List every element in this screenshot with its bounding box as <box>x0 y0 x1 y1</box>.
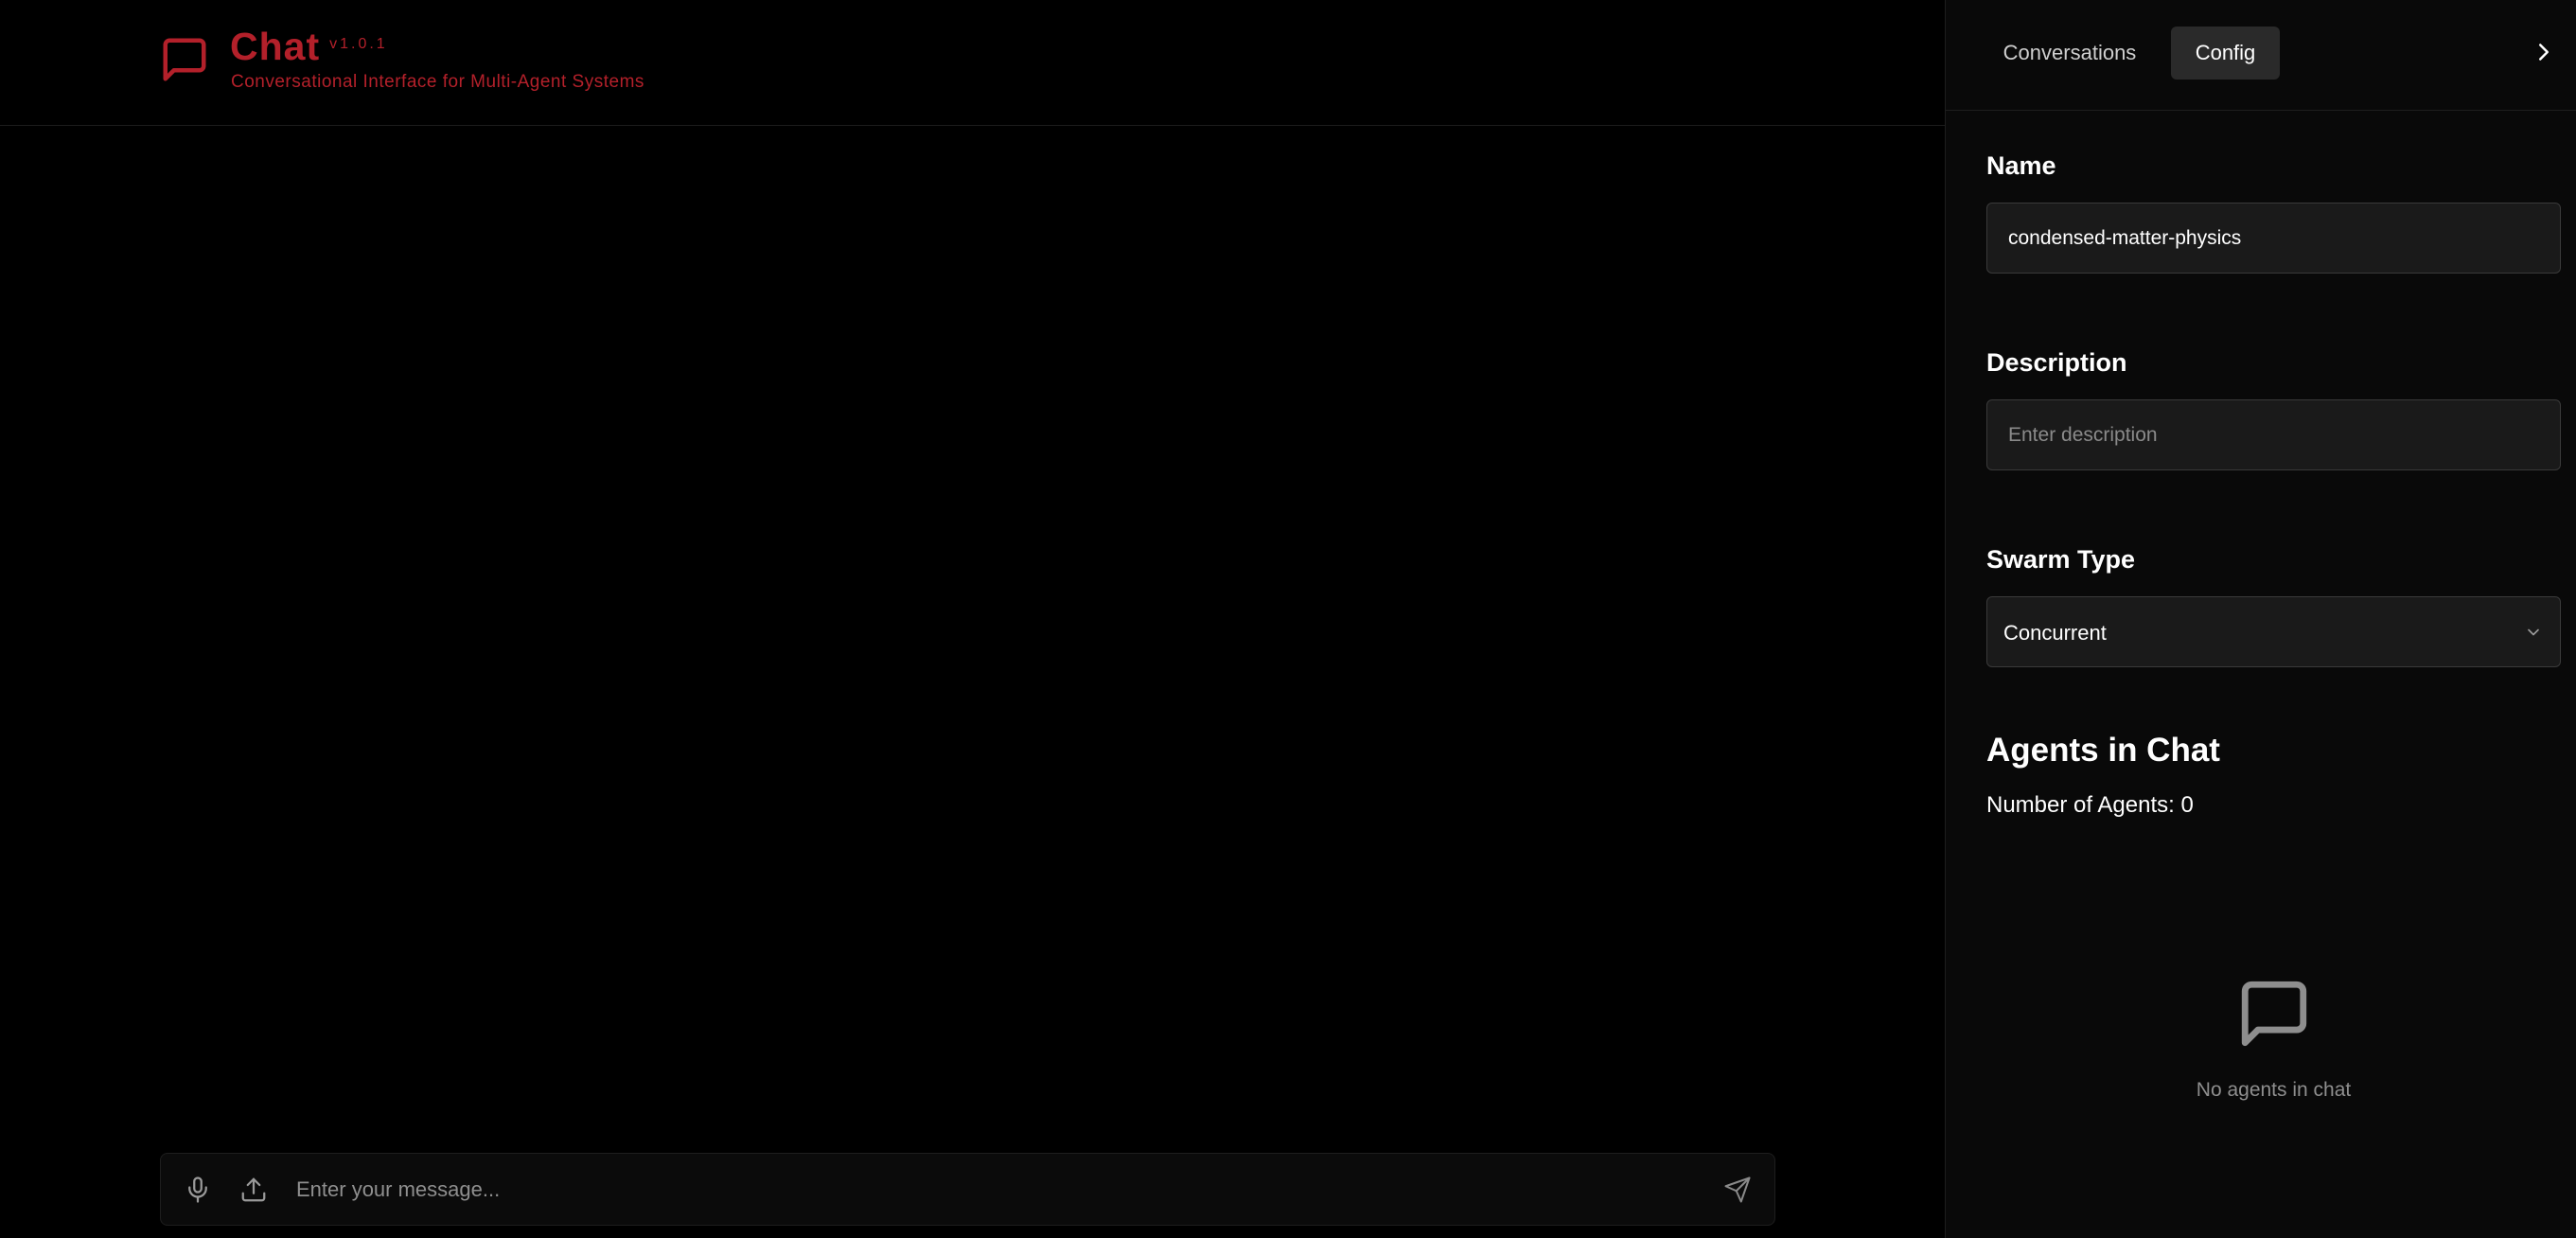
app-subtitle: Conversational Interface for Multi-Agent… <box>231 72 644 92</box>
chat-bubble-icon <box>163 38 206 81</box>
empty-state-text: No agents in chat <box>2196 1079 2352 1101</box>
title-row: Chat v1.0.1 <box>230 25 388 68</box>
name-field[interactable] <box>1986 203 2561 274</box>
app-window: Chat v1.0.1 Conversational Interface for… <box>0 0 2576 1238</box>
chat-bubble-icon <box>2241 981 2307 1047</box>
config-panel: Conversations Config Name Description Sw… <box>1945 0 2576 1238</box>
message-list[interactable] <box>0 127 1945 1149</box>
app-version: v1.0.1 <box>329 36 388 52</box>
swarm-type-select[interactable]: Concurrent <box>1986 596 2561 667</box>
name-label: Name <box>1986 151 2056 180</box>
panel-tabs: Conversations Config <box>1946 0 2576 111</box>
agents-heading: Agents in Chat <box>1986 732 2220 769</box>
description-label: Description <box>1986 348 2127 377</box>
upload-icon[interactable] <box>239 1176 268 1204</box>
message-composer <box>160 1153 1775 1226</box>
chevron-down-icon <box>2528 628 2539 636</box>
chevron-right-icon[interactable] <box>2530 38 2558 66</box>
chat-main: Chat v1.0.1 Conversational Interface for… <box>0 0 1945 1238</box>
swarm-type-value: Concurrent <box>2003 621 2107 645</box>
microphone-icon[interactable] <box>184 1176 212 1204</box>
message-input[interactable] <box>296 1167 1697 1212</box>
app-title: Chat <box>230 25 321 68</box>
send-icon[interactable] <box>1723 1176 1752 1204</box>
description-field[interactable] <box>1986 399 2561 470</box>
swarm-type-label: Swarm Type <box>1986 545 2136 574</box>
tab-config[interactable]: Config <box>2171 27 2280 80</box>
tab-conversations[interactable]: Conversations <box>1968 27 2171 80</box>
agents-count: Number of Agents: 0 <box>1986 792 2194 818</box>
chat-header: Chat v1.0.1 Conversational Interface for… <box>0 0 1945 126</box>
